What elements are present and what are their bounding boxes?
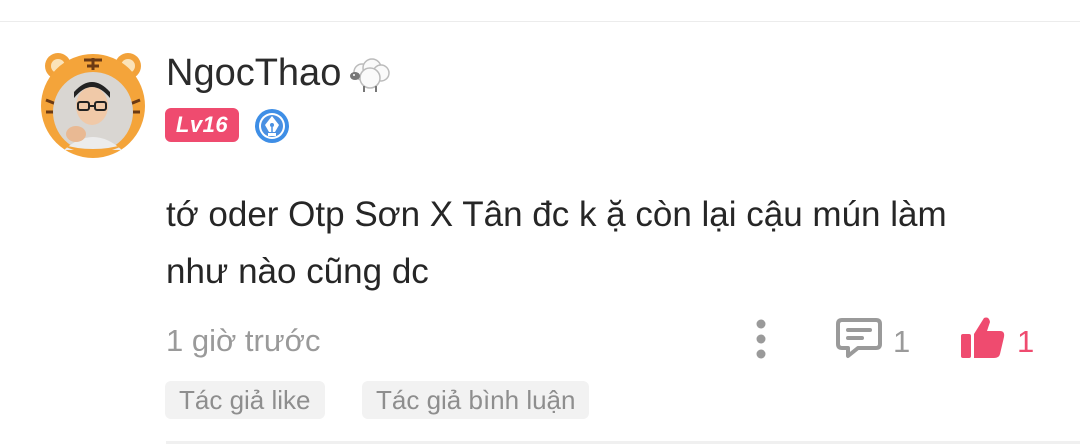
top-divider <box>0 21 1080 22</box>
comment-text: tớ oder Otp Sơn X Tân đc k ặ còn lại cậu… <box>166 186 1046 300</box>
like-count: 1 <box>1017 324 1035 359</box>
reply-count: 1 <box>893 324 911 359</box>
pen-nib-badge-icon <box>254 108 290 144</box>
avatar[interactable] <box>40 46 146 158</box>
thumbs-up-icon[interactable] <box>960 314 1006 360</box>
level-label: Lv16 <box>175 112 229 137</box>
vertical-dots-icon <box>756 319 766 359</box>
tag-author-comment: Tác giả bình luận <box>362 381 590 419</box>
more-options-button[interactable] <box>748 318 774 362</box>
username[interactable]: NgocThao <box>166 50 341 96</box>
comment-card: NgocThao Lv16 tớ oder Otp Sơn X Tân đc k… <box>0 0 1080 444</box>
comment-line: như nào cũng dc <box>166 252 429 291</box>
comment-line: tớ oder Otp Sơn X Tân đc k ặ còn lại cậu… <box>166 195 947 234</box>
level-badge: Lv16 <box>165 108 239 142</box>
tag-author-like: Tác giả like <box>165 381 325 419</box>
sheep-icon <box>348 54 392 94</box>
comment-bubble-icon[interactable] <box>836 316 882 360</box>
timestamp: 1 giờ trước <box>166 323 321 358</box>
